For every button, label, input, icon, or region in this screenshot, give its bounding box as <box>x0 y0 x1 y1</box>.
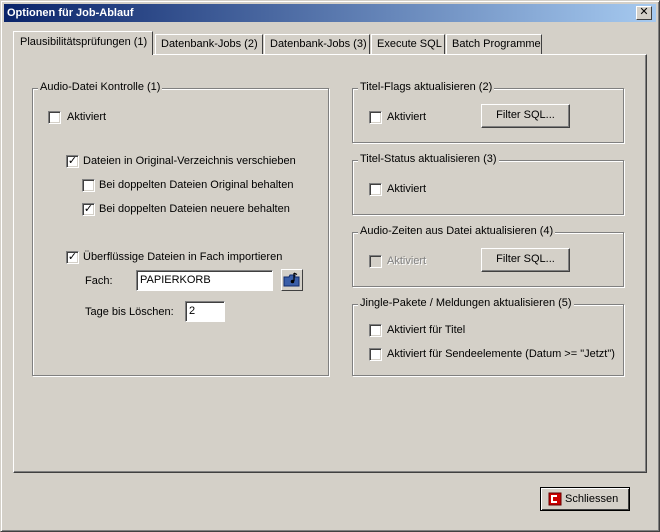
close-button[interactable]: Schliessen <box>540 487 630 511</box>
titel-flags-group: Titel-Flags aktualisieren (2) Aktiviert … <box>352 81 624 143</box>
options-window: Optionen für Job-Ablauf ✕ Plausibilitäts… <box>0 0 660 532</box>
titel-flags-title: Titel-Flags aktualisieren (2) <box>358 81 495 93</box>
tab-execute-sql[interactable]: Execute SQL <box>371 34 445 54</box>
folder-music-icon <box>283 272 300 287</box>
tab-batch-programme[interactable]: Batch Programme <box>446 34 542 54</box>
titel-status-aktiviert-label: Aktiviert <box>387 183 427 195</box>
close-button-label: Schliessen <box>565 493 619 505</box>
fach-browse-button[interactable] <box>281 269 303 291</box>
audio-zeiten-aktiviert-label: Aktiviert <box>387 255 427 267</box>
tage-input[interactable]: 2 <box>185 301 225 322</box>
tab-datenbank-jobs-3[interactable]: Datenbank-Jobs (3) <box>264 34 370 54</box>
tab-datenbank-jobs-2[interactable]: Datenbank-Jobs (2) <box>155 34 263 54</box>
neuere-behalten-label: Bei doppelten Dateien neuere behalten <box>99 203 290 215</box>
importieren-checkbox[interactable]: ✓ <box>66 251 79 264</box>
titel-flags-aktiviert-checkbox[interactable] <box>369 111 382 124</box>
jingle-sende-label: Aktiviert für Sendeelemente (Datum >= "J… <box>387 348 615 360</box>
exit-icon <box>548 492 562 506</box>
jingle-titel-checkbox[interactable] <box>369 324 382 337</box>
fach-input[interactable]: PAPIERKORB <box>136 270 273 291</box>
audio-datei-aktiviert-label: Aktiviert <box>67 111 107 123</box>
audio-zeiten-filter-sql-button[interactable]: Filter SQL... <box>481 248 570 272</box>
verschieben-label: Dateien in Original-Verzeichnis verschie… <box>83 155 296 167</box>
audio-zeiten-aktiviert-checkbox <box>369 255 382 268</box>
titel-flags-filter-sql-button[interactable]: Filter SQL... <box>481 104 570 128</box>
audio-datei-group: Audio-Datei Kontrolle (1) Aktiviert ✓ Da… <box>32 81 329 376</box>
original-behalten-label: Bei doppelten Dateien Original behalten <box>99 179 294 191</box>
verschieben-checkbox[interactable]: ✓ <box>66 155 79 168</box>
tab-panel: Audio-Datei Kontrolle (1) Aktiviert ✓ Da… <box>13 54 647 473</box>
jingle-group: Jingle-Pakete / Meldungen aktualisieren … <box>352 297 624 376</box>
original-behalten-checkbox[interactable] <box>82 179 95 192</box>
audio-datei-title: Audio-Datei Kontrolle (1) <box>38 81 163 93</box>
importieren-label: Überflüssige Dateien in Fach importieren <box>83 251 283 263</box>
audio-zeiten-group: Audio-Zeiten aus Datei aktualisieren (4)… <box>352 225 624 287</box>
jingle-sende-checkbox[interactable] <box>369 348 382 361</box>
neuere-behalten-checkbox[interactable]: ✓ <box>82 203 95 216</box>
window-title: Optionen für Job-Ablauf <box>7 7 134 19</box>
window-close-button[interactable]: ✕ <box>636 6 652 20</box>
tab-plausibilitaetspruefungen[interactable]: Plausibilitätsprüfungen (1) <box>13 31 153 55</box>
audio-datei-aktiviert-checkbox[interactable] <box>48 111 61 124</box>
audio-zeiten-title: Audio-Zeiten aus Datei aktualisieren (4) <box>358 225 556 237</box>
jingle-titel-label: Aktiviert für Titel <box>387 324 466 336</box>
title-bar: Optionen für Job-Ablauf ✕ <box>4 4 656 22</box>
titel-status-group: Titel-Status aktualisieren (3) Aktiviert <box>352 153 624 215</box>
tage-label: Tage bis Löschen: <box>85 306 174 318</box>
fach-label: Fach: <box>85 275 113 287</box>
jingle-title: Jingle-Pakete / Meldungen aktualisieren … <box>358 297 574 309</box>
titel-status-title: Titel-Status aktualisieren (3) <box>358 153 499 165</box>
titel-flags-aktiviert-label: Aktiviert <box>387 111 427 123</box>
titel-status-aktiviert-checkbox[interactable] <box>369 183 382 196</box>
